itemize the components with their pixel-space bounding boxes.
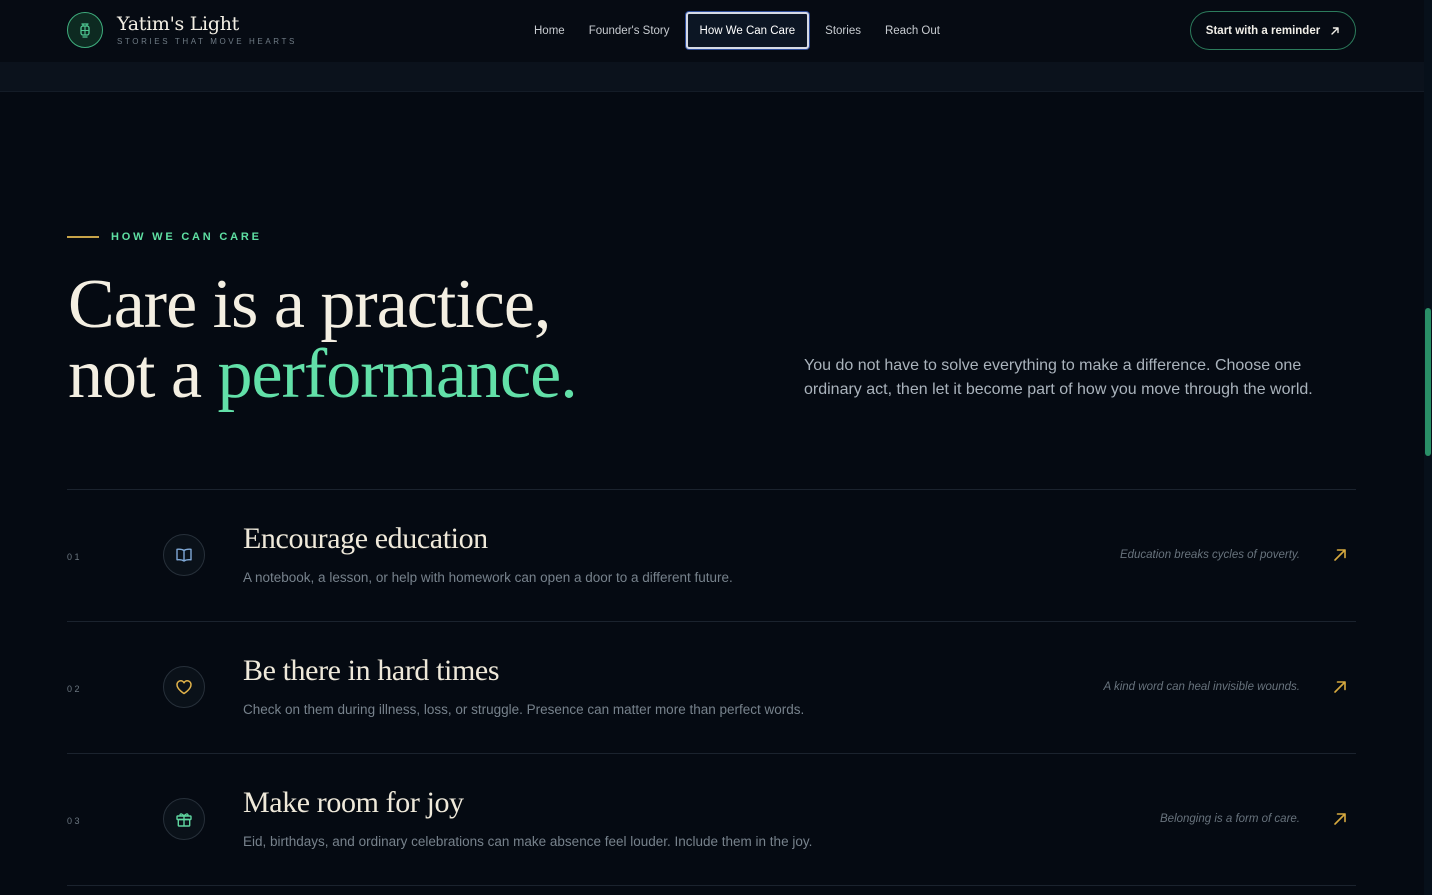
list-item[interactable]: 03 Make room for joy Eid, birthdays, and… bbox=[67, 753, 1356, 886]
item-description: Eid, birthdays, and ordinary celebration… bbox=[243, 834, 813, 849]
lantern-icon bbox=[67, 12, 103, 48]
page-title: Care is a practice, not a performance. bbox=[68, 270, 578, 413]
item-description: Check on them during illness, loss, or s… bbox=[243, 702, 805, 717]
start-reminder-button[interactable]: Start with a reminder bbox=[1190, 11, 1356, 50]
brand[interactable]: Yatim's Light STORIES THAT MOVE HEARTS bbox=[67, 12, 297, 48]
header-subbar bbox=[0, 62, 1424, 92]
item-number: 03 bbox=[67, 816, 83, 826]
care-list: 01 Encourage education A notebook, a les… bbox=[67, 489, 1356, 886]
nav-item-reach-out[interactable]: Reach Out bbox=[873, 12, 952, 49]
gift-icon bbox=[163, 798, 205, 840]
item-number: 01 bbox=[67, 552, 83, 562]
section-eyebrow: HOW WE CAN CARE bbox=[67, 231, 262, 243]
headline-line-1: Care is a practice, bbox=[68, 266, 551, 343]
brand-name: Yatim's Light bbox=[117, 12, 239, 35]
item-title: Encourage education bbox=[243, 522, 488, 555]
item-quote: A kind word can heal invisible wounds. bbox=[1103, 681, 1300, 693]
heart-icon bbox=[163, 666, 205, 708]
arrow-up-right-icon[interactable] bbox=[1332, 811, 1348, 827]
item-title: Make room for joy bbox=[243, 786, 464, 819]
arrow-up-right-icon bbox=[1330, 26, 1340, 36]
eyebrow-divider bbox=[67, 236, 99, 238]
section-intro: You do not have to solve everything to m… bbox=[804, 357, 1313, 398]
arrow-up-right-icon[interactable] bbox=[1332, 679, 1348, 695]
page-scrollbar[interactable] bbox=[1424, 0, 1432, 895]
site-header: Yatim's Light STORIES THAT MOVE HEARTS H… bbox=[0, 0, 1424, 63]
list-item[interactable]: 02 Be there in hard times Check on them … bbox=[67, 621, 1356, 753]
headline-line-2-prefix: not a bbox=[68, 336, 218, 413]
nav-item-how-we-can-care[interactable]: How We Can Care bbox=[685, 12, 810, 49]
item-title: Be there in hard times bbox=[243, 654, 500, 687]
item-number: 02 bbox=[67, 684, 83, 694]
nav-item-founders-story[interactable]: Founder's Story bbox=[577, 12, 682, 49]
nav-item-home[interactable]: Home bbox=[522, 12, 577, 49]
eyebrow-label: HOW WE CAN CARE bbox=[111, 231, 262, 243]
list-item[interactable]: 01 Encourage education A notebook, a les… bbox=[67, 489, 1356, 621]
item-description: A notebook, a lesson, or help with homew… bbox=[243, 570, 733, 585]
nav-item-stories[interactable]: Stories bbox=[813, 12, 873, 49]
headline-accent: performance. bbox=[217, 336, 578, 413]
item-quote: Education breaks cycles of poverty. bbox=[1119, 549, 1300, 561]
brand-tagline: STORIES THAT MOVE HEARTS bbox=[117, 36, 297, 46]
book-icon bbox=[163, 534, 205, 576]
arrow-up-right-icon[interactable] bbox=[1332, 547, 1348, 563]
item-quote: Belonging is a form of care. bbox=[1160, 813, 1300, 825]
main-nav: Home Founder's Story How We Can Care Sto… bbox=[522, 12, 952, 49]
cta-label: Start with a reminder bbox=[1205, 24, 1321, 37]
scrollbar-thumb[interactable] bbox=[1425, 308, 1431, 456]
